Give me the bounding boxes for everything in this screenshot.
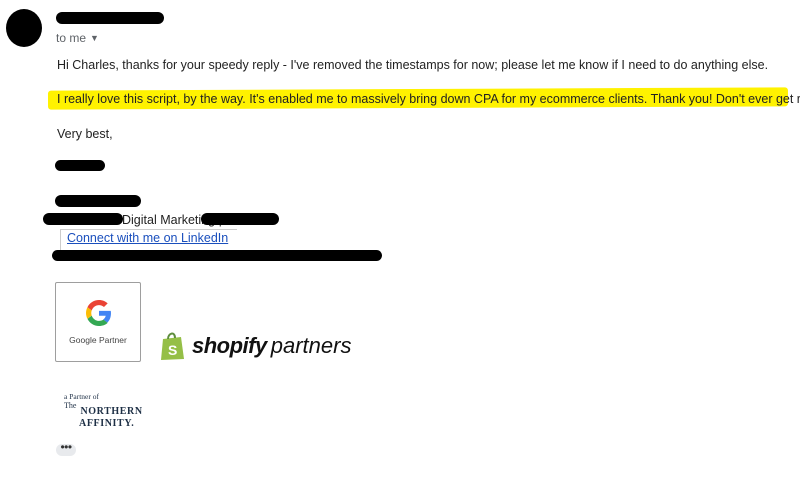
na-affinity: AFFINITY. bbox=[79, 418, 135, 429]
redacted-sender-name bbox=[56, 12, 164, 24]
shopify-partners-logo[interactable]: S shopify partners bbox=[160, 331, 351, 361]
message-highlight: I really love this script, by the way. I… bbox=[57, 92, 800, 106]
svg-text:S: S bbox=[168, 342, 177, 358]
more-icon[interactable]: ••• bbox=[56, 441, 76, 456]
na-northern: NORTHERN bbox=[80, 406, 143, 417]
shopify-wordmark: shopify bbox=[192, 333, 267, 358]
redacted-job-title bbox=[43, 213, 123, 225]
recipient-toggle[interactable]: to me ▼ bbox=[56, 31, 99, 45]
partners-wordmark: partners bbox=[270, 333, 352, 358]
to-me-label: to me bbox=[56, 31, 87, 45]
na-the: The bbox=[64, 401, 77, 410]
redacted-contact-line bbox=[52, 250, 382, 261]
google-g-icon bbox=[86, 300, 111, 326]
partner-of-label: a Partner of bbox=[64, 392, 99, 401]
shopify-bag-icon: S bbox=[161, 332, 184, 360]
google-partner-badge[interactable]: Google Partner bbox=[55, 282, 141, 362]
redacted-signature-line bbox=[55, 195, 141, 207]
redacted-signature-name bbox=[55, 160, 105, 171]
message-line-1: Hi Charles, thanks for your speedy reply… bbox=[57, 58, 769, 72]
avatar[interactable] bbox=[6, 9, 42, 47]
caret-down-icon: ▼ bbox=[90, 33, 99, 43]
linkedin-link[interactable]: Connect with me on LinkedIn bbox=[67, 231, 228, 245]
redacted-company bbox=[201, 213, 279, 225]
northern-affinity-logo[interactable]: a Partner of The NORTHERN AFFINITY. bbox=[64, 392, 143, 429]
closing: Very best, bbox=[57, 127, 113, 141]
google-partner-label: Google Partner bbox=[69, 335, 127, 345]
